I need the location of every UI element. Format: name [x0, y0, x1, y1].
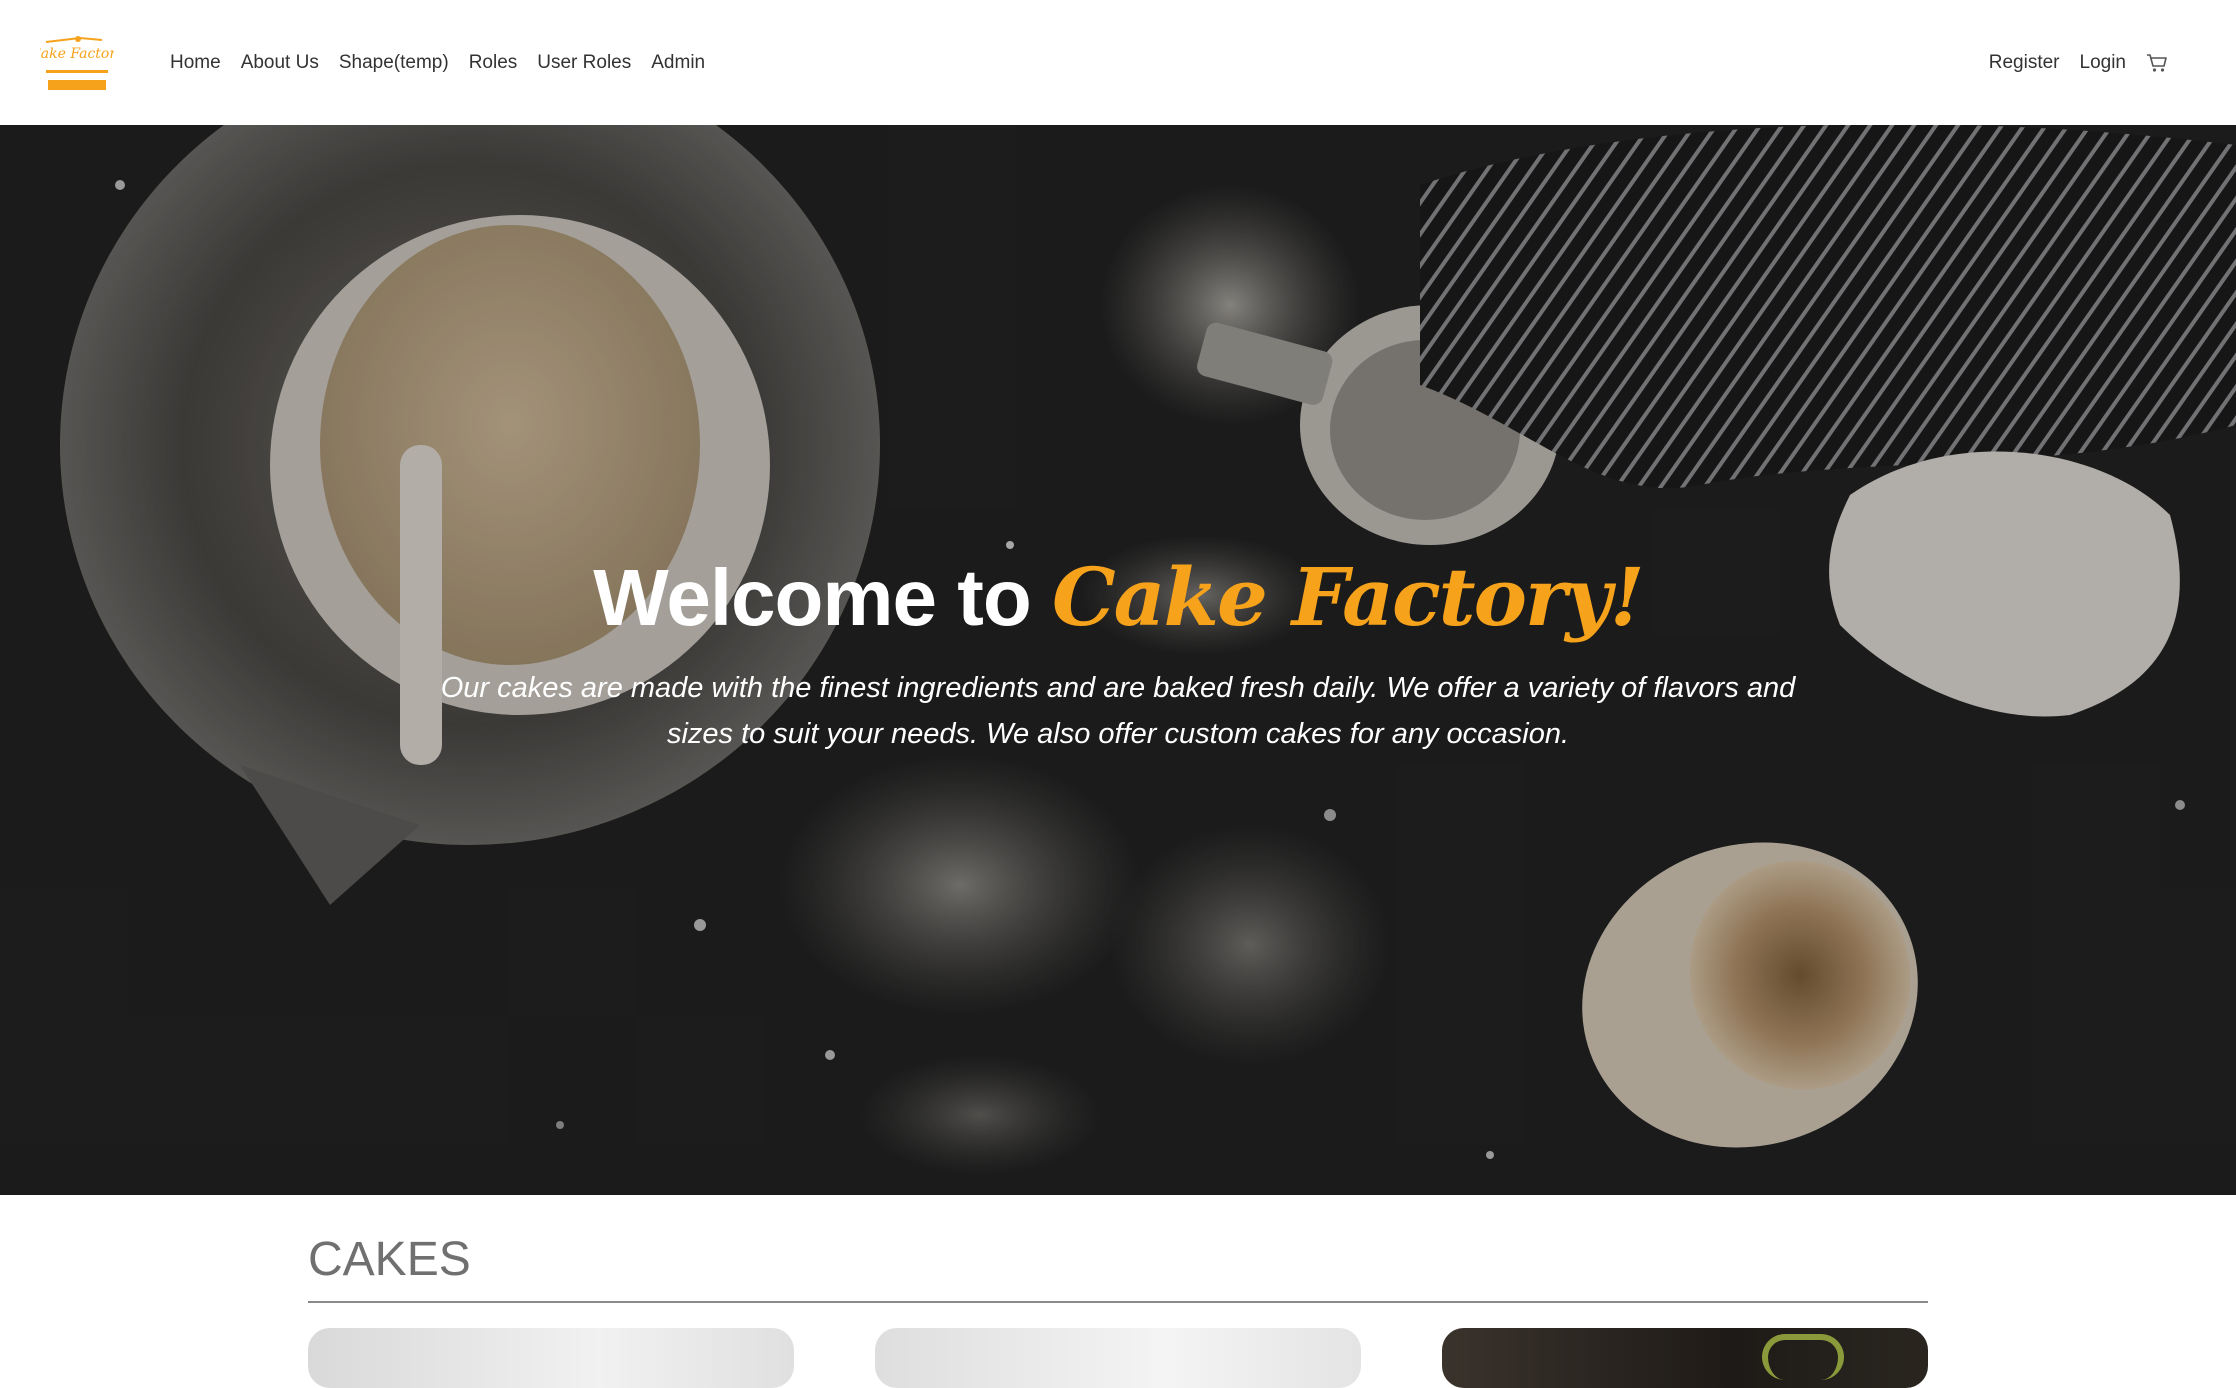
hero-title-prefix: Welcome to — [593, 553, 1052, 642]
nav-user-roles[interactable]: User Roles — [537, 52, 631, 74]
nav-about-us[interactable]: About Us — [241, 52, 319, 74]
auth-nav: Register Login — [1989, 0, 2168, 125]
section-divider — [308, 1301, 1928, 1303]
navbar: Cake Factory Home About Us Shape(temp) R… — [0, 0, 2236, 125]
register-link[interactable]: Register — [1989, 52, 2060, 74]
cake-card[interactable] — [1442, 1328, 1928, 1388]
cakes-section-title: CAKES — [308, 1233, 471, 1286]
nav-admin[interactable]: Admin — [651, 52, 705, 74]
cart-icon[interactable] — [2146, 52, 2168, 74]
cake-card[interactable] — [875, 1328, 1361, 1388]
cake-card[interactable] — [308, 1328, 794, 1388]
cake-factory-logo[interactable]: Cake Factory — [30, 34, 125, 92]
hero-title: Welcome to Cake Factory! — [0, 550, 2236, 644]
hero-banner: Welcome to Cake Factory! Our cakes are m… — [0, 125, 2236, 1195]
login-link[interactable]: Login — [2080, 52, 2127, 74]
main-nav: Home About Us Shape(temp) Roles User Rol… — [170, 0, 705, 125]
nav-roles[interactable]: Roles — [469, 52, 518, 74]
nav-home[interactable]: Home — [170, 52, 221, 74]
logo-text: Cake Factory — [40, 46, 114, 62]
hero-description: Our cakes are made with the finest ingre… — [440, 672, 1796, 750]
nav-shape-temp[interactable]: Shape(temp) — [339, 52, 449, 74]
hero-title-brand: Cake Factory! — [1052, 550, 1645, 644]
